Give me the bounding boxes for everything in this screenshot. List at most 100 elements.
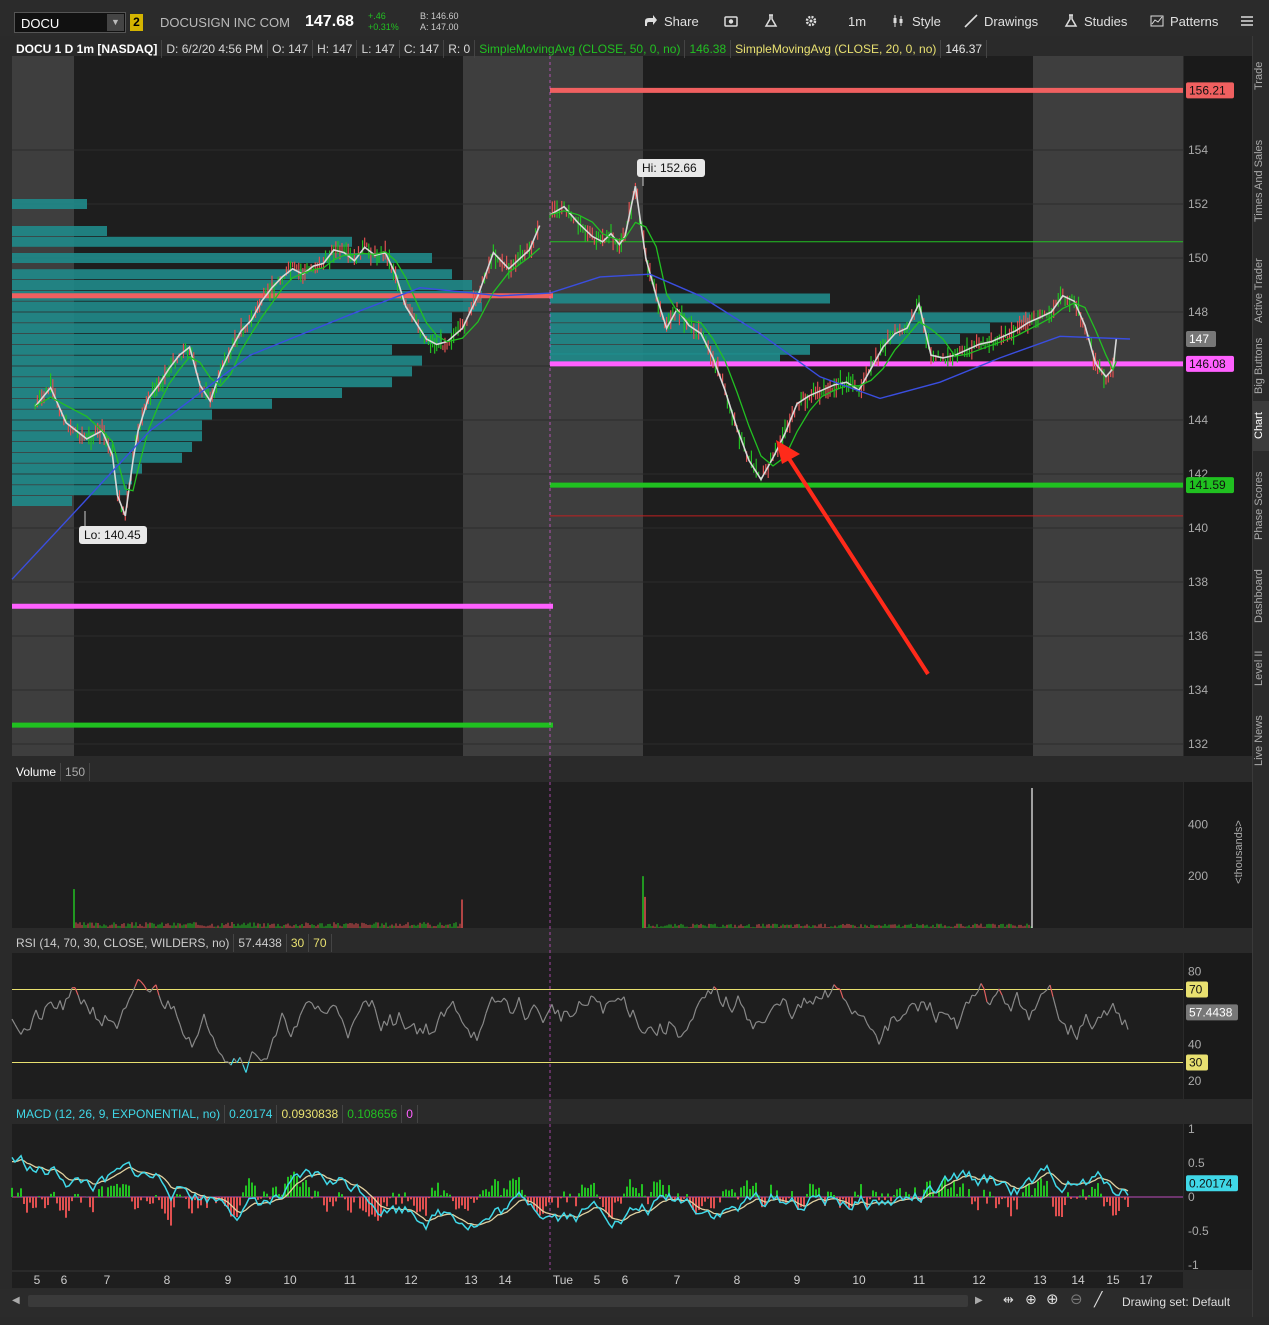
volume-profile-bar xyxy=(12,199,87,209)
zoom-in-icon[interactable]: ⊕ xyxy=(1046,1290,1059,1308)
rsi-segment xyxy=(678,1037,681,1038)
sma20-label[interactable]: SimpleMovingAvg (CLOSE, 20, 0, no) xyxy=(731,40,941,58)
macd-tick-label: 0.5 xyxy=(1188,1156,1205,1170)
volume-legend-value: 150 xyxy=(61,763,90,781)
time-tick-label: 12 xyxy=(404,1273,418,1287)
time-tick-label: 6 xyxy=(622,1273,629,1287)
drawing-set-label[interactable]: Drawing set: Default xyxy=(1122,1295,1230,1309)
macd-panel: -1-0.500.510.20174 xyxy=(12,1122,1252,1272)
patterns-button[interactable]: Patterns xyxy=(1150,11,1218,33)
price-tick-label: 152 xyxy=(1188,197,1208,211)
time-tick-label: 11 xyxy=(913,1273,926,1287)
chart-canvas[interactable]: 132134136138140142144146148150152154156.… xyxy=(0,36,1252,1325)
rsi-panel: 204080703057.4438 xyxy=(12,953,1252,1099)
time-tick-label: 8 xyxy=(734,1273,741,1287)
volume-profile-bar xyxy=(12,496,72,506)
rsi-legend: RSI (14, 70, 30, CLOSE, WILDERS, no)57.4… xyxy=(12,934,332,952)
macd-tick-label: 1 xyxy=(1188,1122,1195,1136)
price-legend-date: D: 6/2/20 4:56 PM xyxy=(162,40,268,58)
volume-profile-bar xyxy=(12,420,202,430)
side-tab-big-buttons[interactable]: Big Buttons xyxy=(1253,336,1269,396)
volume-profile-bar xyxy=(12,410,212,420)
pan-icon[interactable]: ⇹ xyxy=(1003,1292,1014,1308)
side-tab-level-ii[interactable]: Level II xyxy=(1253,641,1269,696)
studies-button[interactable]: Studies xyxy=(1064,11,1127,33)
style-label: Style xyxy=(912,14,941,29)
side-tab-active-trader[interactable]: Active Trader xyxy=(1253,246,1269,336)
macd-last-label: 0.20174 xyxy=(1189,1176,1233,1190)
drawings-button[interactable]: Drawings xyxy=(964,11,1038,33)
macd-legend-label[interactable]: MACD (12, 26, 9, EXPONENTIAL, no) xyxy=(12,1105,225,1123)
volume-profile-bar xyxy=(12,485,127,495)
volume-profile-bar xyxy=(12,226,107,236)
rsi-legend-label[interactable]: RSI (14, 70, 30, CLOSE, WILDERS, no) xyxy=(12,934,234,952)
candles-icon xyxy=(892,14,906,28)
axis-bg xyxy=(1184,56,1252,756)
style-button[interactable]: Style xyxy=(892,11,941,33)
time-tick-label: 15 xyxy=(1106,1273,1120,1287)
time-tick-label: Tue xyxy=(553,1273,574,1287)
volume-legend: Volume150 xyxy=(12,763,90,781)
side-tab-trade[interactable]: Trade xyxy=(1253,46,1269,106)
macd-legend: MACD (12, 26, 9, EXPONENTIAL, no)0.20174… xyxy=(12,1105,418,1123)
time-tick-label: 7 xyxy=(674,1273,681,1287)
rsi-segment xyxy=(582,1005,585,1006)
level-label: 146.08 xyxy=(1189,357,1226,371)
scroll-right-icon[interactable]: ▶ xyxy=(975,1295,983,1306)
price-tick-label: 138 xyxy=(1188,575,1208,589)
side-tab-chart[interactable]: Chart xyxy=(1253,401,1269,451)
price-tick-label: 136 xyxy=(1188,629,1208,643)
horizontal-scrollbar[interactable] xyxy=(28,1295,968,1307)
sma50-label[interactable]: SimpleMovingAvg (CLOSE, 50, 0, no) xyxy=(475,40,685,58)
zoom-out-icon[interactable]: ⊖ xyxy=(1070,1290,1083,1308)
volume-legend-label[interactable]: Volume xyxy=(12,763,61,781)
screenshot-button[interactable] xyxy=(724,11,744,33)
volume-profile-bar xyxy=(12,366,412,376)
time-tick-label: 14 xyxy=(498,1273,512,1287)
draw-line-icon[interactable]: ╱ xyxy=(1094,1291,1102,1308)
side-tab-live-news[interactable]: Live News xyxy=(1253,706,1269,776)
side-tab-times-and-sales[interactable]: Times And Sales xyxy=(1253,126,1269,236)
level-label: 141.59 xyxy=(1189,478,1226,492)
rsi-level-label: 70 xyxy=(1189,983,1203,997)
scroll-left-icon[interactable]: ◀ xyxy=(12,1295,20,1306)
time-tick-label: 6 xyxy=(61,1273,68,1287)
macd-tick-label: -1 xyxy=(1188,1258,1199,1272)
rsi-tick-label: 80 xyxy=(1188,964,1202,978)
volume-profile-bar xyxy=(12,269,452,279)
link-badge[interactable]: 2 xyxy=(130,14,143,31)
volume-unit-label: <thousands> xyxy=(1233,820,1245,884)
volume-profile-bar xyxy=(12,312,452,322)
flask-button[interactable] xyxy=(764,11,784,33)
ask: A: 147.00 xyxy=(420,22,459,33)
timeframe-button[interactable]: 1m xyxy=(848,11,866,33)
volume-profile-bar xyxy=(550,294,830,304)
time-tick-label: 13 xyxy=(464,1273,478,1287)
volume-profile-bar xyxy=(12,323,452,333)
panel-bg xyxy=(12,953,1183,1099)
level-label: 156.21 xyxy=(1189,83,1226,97)
net-change-pct: +0.31% xyxy=(368,22,399,33)
current-price-label: 147 xyxy=(1189,332,1209,346)
rsi-legend-ob: 30 xyxy=(287,934,309,952)
volume-profile-bar xyxy=(550,312,1030,322)
time-tick-label: 12 xyxy=(972,1273,986,1287)
symbol-input[interactable]: DOCU ▼ xyxy=(14,12,126,33)
share-button[interactable]: Share xyxy=(644,11,699,33)
rsi-segment xyxy=(570,1016,573,1017)
extended-hours-shade xyxy=(1033,56,1183,756)
rsi-segment xyxy=(837,988,840,989)
crosshair-icon[interactable]: ⊕ xyxy=(1025,1291,1037,1308)
rsi-segment xyxy=(498,1001,501,1002)
price-legend-close: C: 147 xyxy=(400,40,444,58)
bid: B: 146.60 xyxy=(420,11,459,22)
side-tab-dashboard[interactable]: Dashboard xyxy=(1253,561,1269,631)
volume-profile-bar xyxy=(12,377,392,387)
rsi-segment xyxy=(27,1029,30,1030)
volume-profile-bar xyxy=(12,280,472,290)
chevron-down-icon[interactable]: ▼ xyxy=(107,14,124,31)
side-tab-phase-scores[interactable]: Phase Scores xyxy=(1253,456,1269,556)
volume-profile-bar xyxy=(12,356,422,366)
settings-button[interactable] xyxy=(804,11,824,33)
menu-button[interactable] xyxy=(1240,11,1260,33)
